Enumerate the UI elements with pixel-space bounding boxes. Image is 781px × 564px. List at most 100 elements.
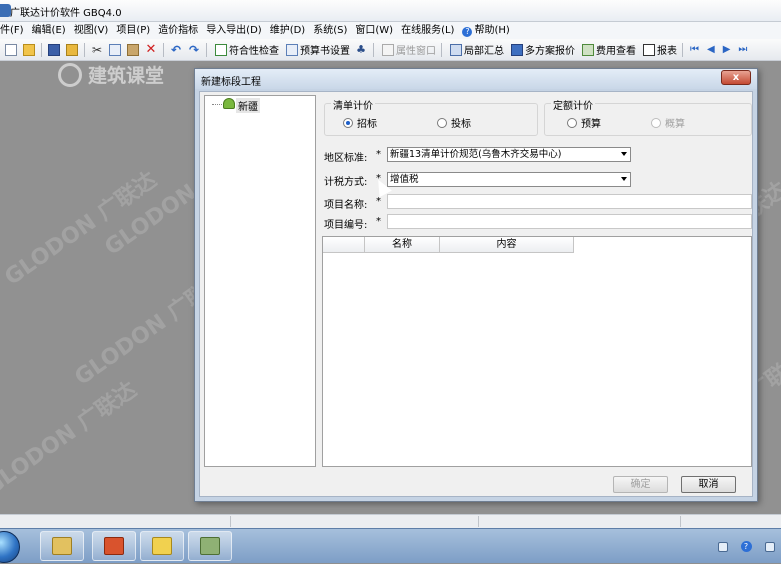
report-button[interactable]: 报表 — [640, 42, 677, 57]
project-code-input[interactable] — [387, 214, 752, 229]
fee-view-button[interactable]: 费用查看 — [579, 42, 636, 57]
keyboard-icon[interactable] — [717, 541, 728, 552]
multi-plan-quote-button[interactable]: 多方案报价 — [508, 42, 575, 57]
first-record-icon[interactable]: ⏮ — [690, 44, 699, 55]
last-record-icon[interactable]: ⏭ — [738, 44, 747, 55]
menu-edit[interactable]: 编辑(E) — [28, 22, 70, 39]
compliance-check-label: 符合性检查 — [229, 46, 279, 57]
radio-tender-label: 招标 — [357, 119, 377, 130]
paste-icon[interactable] — [127, 43, 139, 56]
new-file-icon[interactable] — [5, 43, 17, 56]
region-tree: 新疆 — [204, 95, 316, 467]
radio-dot — [437, 117, 447, 128]
bill-pricing-title: 清单计价 — [331, 97, 375, 112]
delete-icon[interactable]: ✕ — [145, 43, 157, 56]
partial-summary-button[interactable]: 局部汇总 — [447, 42, 504, 57]
bill-pricing-group: 清单计价 招标 投标 — [324, 97, 538, 136]
window-title: 广联达计价软件 GBQ4.0 — [10, 8, 122, 19]
menu-maintain[interactable]: 维护(D) — [266, 22, 310, 39]
tax-method-select[interactable]: 增值税 — [387, 172, 631, 187]
toolbar-separator — [206, 42, 207, 57]
fee-icon — [582, 43, 594, 56]
menu-window[interactable]: 窗口(W) — [351, 22, 397, 39]
property-window-label: 属性窗口 — [396, 46, 436, 57]
multi-plan-quote-label: 多方案报价 — [525, 46, 575, 57]
taskbar-explorer[interactable] — [40, 531, 84, 561]
toolbar-separator — [163, 42, 164, 57]
open-file-icon[interactable] — [23, 43, 35, 56]
notes-icon — [152, 537, 172, 555]
menu-file[interactable]: 件(F) — [0, 22, 28, 39]
redo-icon[interactable]: ↷ — [188, 44, 200, 56]
radio-tender[interactable]: 招标 — [343, 115, 377, 130]
property-window-button[interactable]: 属性窗口 — [379, 42, 436, 57]
copy-icon[interactable] — [109, 43, 121, 56]
radio-estimate-label: 概算 — [665, 119, 685, 130]
region-standard-label: 地区标准: — [324, 153, 368, 164]
person-icon[interactable]: ♣ — [355, 43, 367, 56]
new-bid-project-dialog: 新建标段工程 x 新疆 清单计价 招标 投标 定额计价 预算 概算 地区标准: … — [194, 68, 758, 502]
logo-ring-icon — [58, 62, 82, 87]
menu-help-label: 帮助(H) — [474, 25, 510, 36]
menu-bar: 件(F) 编辑(E) 视图(V) 项目(P) 造价指标 导入导出(D) 维护(D… — [0, 22, 781, 39]
taskbar-powerpoint[interactable] — [92, 531, 136, 561]
summary-icon — [450, 43, 462, 56]
system-tray: ? — [711, 529, 781, 564]
budget-settings-button[interactable]: 预算书设置 — [283, 42, 350, 57]
previous-record-icon[interactable]: ◀ — [707, 44, 715, 55]
undo-icon[interactable]: ↶ — [170, 44, 182, 56]
region-standard-select[interactable]: 新疆13清单计价规范(乌鲁木齐交易中心) — [387, 147, 631, 162]
menu-system[interactable]: 系统(S) — [309, 22, 351, 39]
ok-button[interactable]: 确定 — [613, 476, 668, 493]
menu-view[interactable]: 视图(V) — [70, 22, 113, 39]
radio-budget[interactable]: 预算 — [567, 115, 601, 130]
radio-dot — [343, 117, 353, 128]
menu-import-export[interactable]: 导入导出(D) — [202, 22, 266, 39]
help-icon[interactable]: ? — [740, 541, 752, 552]
explorer-icon — [52, 537, 72, 555]
radio-bid[interactable]: 投标 — [437, 115, 471, 130]
close-button[interactable]: x — [721, 70, 751, 85]
project-info-grid: 名称 内容 — [322, 236, 752, 467]
network-icon[interactable] — [764, 541, 775, 552]
budget-settings-label: 预算书设置 — [300, 46, 350, 57]
grid-header-name[interactable]: 名称 — [365, 237, 440, 253]
next-record-icon[interactable]: ▶ — [723, 44, 731, 55]
start-button-icon[interactable] — [0, 531, 20, 563]
project-name-input[interactable] — [387, 194, 752, 209]
folder-icon[interactable] — [66, 43, 78, 56]
budget-icon — [286, 43, 298, 56]
radio-dot — [651, 117, 661, 128]
grid-header-content[interactable]: 内容 — [440, 237, 574, 253]
radio-estimate[interactable]: 概算 — [651, 115, 685, 130]
menu-online-service[interactable]: 在线服务(L) — [397, 22, 458, 39]
tree-node-xinjiang[interactable]: 新疆 — [236, 98, 260, 113]
toolbar-separator — [682, 42, 683, 57]
taskbar-gbq[interactable] — [188, 531, 232, 561]
compliance-check-button[interactable]: 符合性检查 — [212, 42, 279, 57]
dialog-title-bar: 新建标段工程 x — [195, 69, 757, 89]
required-mark: * — [376, 196, 381, 207]
partial-summary-label: 局部汇总 — [464, 46, 504, 57]
menu-project[interactable]: 项目(P) — [112, 22, 154, 39]
region-node-icon — [223, 98, 235, 109]
required-mark: * — [376, 149, 381, 160]
powerpoint-icon — [104, 537, 124, 555]
toolbar-separator — [441, 42, 442, 57]
fee-view-label: 费用查看 — [596, 46, 636, 57]
gbq-app-icon — [200, 537, 220, 555]
logo-watermark-text: 建筑课堂 — [88, 65, 165, 87]
multi-plan-icon — [511, 43, 523, 56]
menu-cost-index[interactable]: 造价指标 — [154, 22, 202, 39]
taskbar-notes[interactable] — [140, 531, 184, 561]
taskbar: ? — [0, 528, 781, 563]
cancel-button[interactable]: 取消 — [681, 476, 736, 493]
save-icon[interactable] — [48, 43, 60, 56]
menu-help[interactable]: ? 帮助(H) — [458, 22, 513, 39]
chevron-down-icon — [621, 152, 627, 156]
status-segment — [680, 516, 681, 527]
cut-icon[interactable]: ✂ — [91, 44, 103, 56]
checklist-icon — [215, 43, 227, 56]
tax-method-label: 计税方式: — [324, 177, 368, 188]
status-segment — [230, 516, 231, 527]
